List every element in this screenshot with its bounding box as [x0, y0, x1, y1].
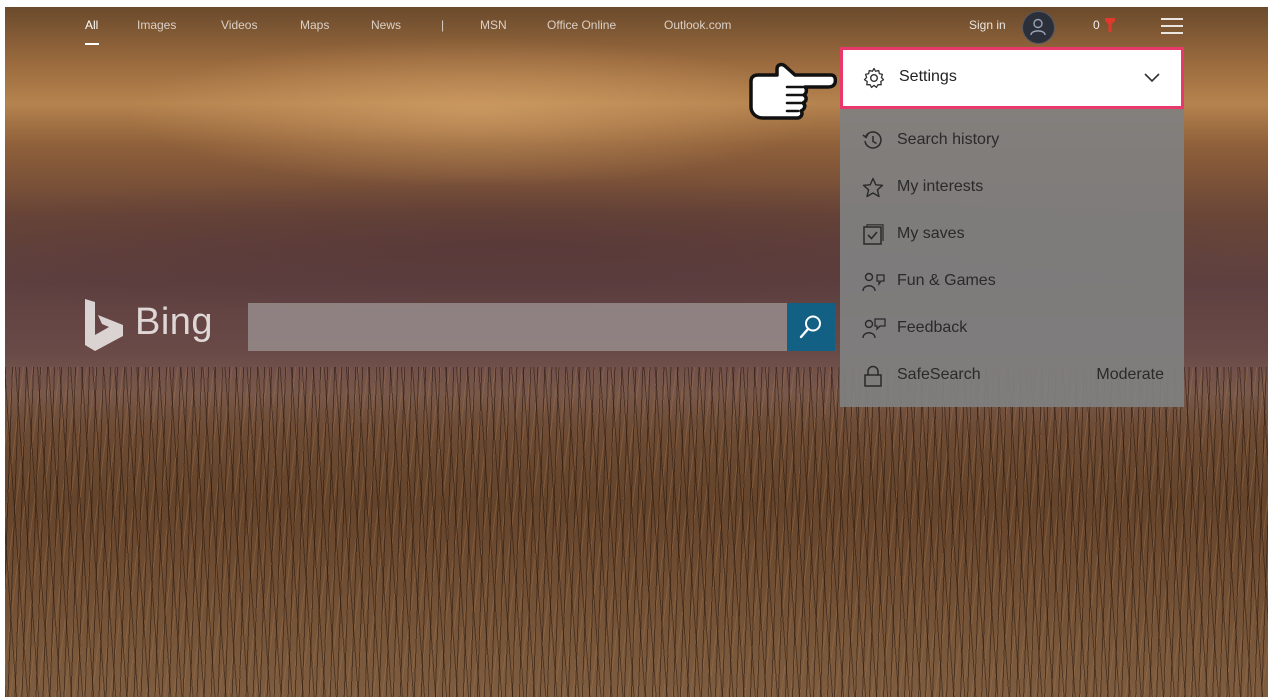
gear-icon [863, 67, 885, 89]
lock-icon [864, 365, 882, 387]
feedback-icon [862, 318, 886, 339]
menu-item-my-saves[interactable]: My saves [840, 211, 1184, 258]
settings-panel: Settings Search history My interests My … [840, 47, 1184, 407]
nav-divider: | [441, 18, 445, 32]
settings-label: Settings [899, 68, 957, 85]
nav-images[interactable]: Images [137, 18, 176, 32]
search-icon [799, 315, 821, 339]
menu-item-label: Feedback [897, 319, 968, 336]
bing-b-icon [85, 299, 123, 351]
history-icon [862, 131, 882, 149]
search-input[interactable] [248, 303, 787, 351]
sign-in-link[interactable]: Sign in [969, 18, 1006, 32]
settings-dropdown[interactable]: Settings [840, 47, 1184, 109]
rewards-count[interactable]: 0 [1093, 18, 1100, 32]
nav-videos[interactable]: Videos [221, 18, 257, 32]
menu-item-label: SafeSearch [897, 366, 981, 383]
hamburger-menu-icon[interactable] [1161, 18, 1183, 34]
star-icon [862, 177, 884, 198]
games-icon [862, 272, 885, 292]
background-reeds [5, 367, 1268, 697]
nav-maps[interactable]: Maps [300, 18, 329, 32]
menu-item-safesearch[interactable]: SafeSearch Moderate [840, 352, 1184, 399]
top-nav: All Images Videos Maps News | MSN Office… [5, 7, 1268, 47]
menu-item-feedback[interactable]: Feedback [840, 305, 1184, 352]
sky-glow [125, 37, 825, 187]
nav-news[interactable]: News [371, 18, 401, 32]
menu-item-label: Search history [897, 131, 1000, 148]
menu-item-search-history[interactable]: Search history [840, 117, 1184, 164]
menu-item-fun-games[interactable]: Fun & Games [840, 258, 1184, 305]
nav-outlook[interactable]: Outlook.com [664, 18, 731, 32]
safesearch-value: Moderate [1096, 366, 1164, 383]
menu-item-label: My interests [897, 178, 984, 195]
bing-wordmark: Bing [135, 301, 214, 343]
search-button[interactable] [787, 303, 835, 351]
user-icon [1030, 18, 1046, 36]
menu-item-label: My saves [897, 225, 965, 242]
nav-all[interactable]: All [85, 18, 98, 32]
bing-logo[interactable]: Bing [83, 297, 233, 352]
search-box[interactable] [248, 303, 787, 351]
rewards-icon[interactable] [1104, 17, 1116, 33]
menu-item-label: Fun & Games [897, 272, 996, 289]
nav-msn[interactable]: MSN [480, 18, 507, 32]
avatar[interactable] [1022, 11, 1055, 44]
menu-item-my-interests[interactable]: My interests [840, 164, 1184, 211]
bing-homepage: All Images Videos Maps News | MSN Office… [5, 7, 1268, 697]
nav-active-underline [85, 43, 99, 45]
pointing-hand-icon [749, 62, 837, 120]
chevron-down-icon [1144, 73, 1160, 83]
nav-office-online[interactable]: Office Online [547, 18, 616, 32]
saves-icon [863, 224, 884, 245]
